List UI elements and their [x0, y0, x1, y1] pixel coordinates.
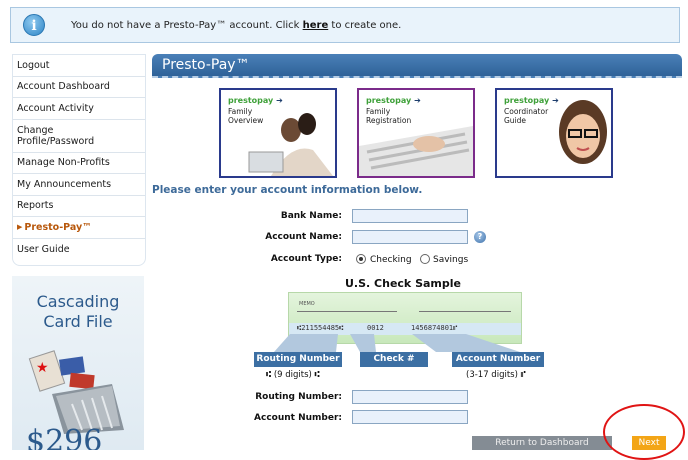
account-number-tag: Account Number: [452, 352, 544, 367]
banner-text-suffix: to create one.: [331, 20, 402, 31]
check-number-tag: Check #: [360, 352, 428, 367]
card-file-image: ★: [28, 350, 124, 434]
sidebar-item-logout[interactable]: Logout: [13, 55, 145, 77]
create-account-link[interactable]: here: [303, 20, 329, 31]
sidebar-nav: Logout Account Dashboard Account Activit…: [12, 54, 146, 266]
sidebar-item-presto-pay[interactable]: ▶ Presto-Pay™: [13, 217, 145, 239]
ad-title-line2: Card File: [43, 312, 113, 331]
sidebar-item-label: Reports: [17, 200, 54, 212]
sidebar-item-change-profile[interactable]: Change Profile/Password: [13, 120, 145, 153]
check-memo-label: MEMO: [299, 301, 315, 307]
sidebar-item-account-activity[interactable]: Account Activity: [13, 98, 145, 120]
micr-account-number: 1456874801⑈: [411, 324, 458, 332]
highlight-circle: [603, 404, 685, 460]
ad-price: $296: [26, 424, 103, 450]
routing-digits-hint: ⑆ (9 digits) ⑆: [266, 370, 320, 380]
sidebar-item-label: Change Profile/Password: [17, 124, 95, 147]
checking-radio[interactable]: [356, 254, 366, 264]
check-sample-title: U.S. Check Sample: [345, 277, 461, 290]
family-photo: [248, 113, 333, 176]
svg-text:★: ★: [36, 360, 49, 376]
routing-number-input[interactable]: [352, 390, 468, 404]
sidebar-item-label: Account Dashboard: [17, 81, 110, 93]
account-type-label: Account Type:: [270, 254, 342, 264]
routing-number-label: Routing Number:: [255, 392, 342, 402]
cascading-card-file-ad[interactable]: Cascading Card File ★ $296: [12, 276, 144, 450]
sidebar-item-label: Presto-Pay™: [24, 221, 92, 233]
routing-number-tag: Routing Number: [254, 352, 342, 367]
sidebar-item-label: Account Activity: [17, 102, 94, 114]
signature-line: [419, 311, 511, 312]
active-arrow-icon: ▶: [17, 222, 23, 231]
account-digits-text: (3-17 digits): [466, 370, 518, 380]
account-name-label: Account Name:: [265, 232, 342, 242]
account-digits-hint: (3-17 digits) ⑈: [466, 370, 526, 380]
sidebar-item-user-guide[interactable]: User Guide: [13, 239, 145, 261]
sidebar-item-reports[interactable]: Reports: [13, 196, 145, 217]
return-to-dashboard-button[interactable]: Return to Dashboard: [472, 436, 612, 450]
bank-name-input[interactable]: [352, 209, 468, 223]
sidebar-item-manage-nonprofits[interactable]: Manage Non-Profits: [13, 153, 145, 174]
account-number-label: Account Number:: [254, 413, 342, 423]
checking-label: Checking: [370, 255, 412, 265]
instructions-heading: Please enter your account information be…: [152, 184, 423, 196]
ad-title-line1: Cascading: [36, 292, 120, 311]
family-registration-thumbnail[interactable]: prestopay ➔ Family Registration: [357, 88, 475, 178]
micr-check-number: 0012: [367, 324, 384, 332]
routing-digits-text: (9 digits): [273, 370, 312, 380]
account-number-input[interactable]: [352, 410, 468, 424]
memo-line: [297, 311, 397, 312]
sidebar-item-my-announcements[interactable]: My Announcements: [13, 174, 145, 196]
family-overview-thumbnail[interactable]: prestopay ➔ Family Overview: [219, 88, 337, 178]
keyboard-photo: [359, 126, 473, 176]
sidebar-item-label: My Announcements: [17, 178, 112, 190]
page-title-bar: Presto-Pay™: [152, 54, 682, 78]
sidebar-item-account-dashboard[interactable]: Account Dashboard: [13, 77, 145, 98]
sidebar-item-label: User Guide: [17, 243, 70, 255]
banner-text: You do not have a Presto-Pay™ account. C…: [71, 20, 300, 31]
account-name-input[interactable]: [352, 230, 468, 244]
info-banner: i You do not have a Presto-Pay™ account.…: [10, 7, 680, 43]
micr-routing-number: ⑆211554485⑆: [297, 324, 344, 332]
sidebar-item-label: Logout: [17, 59, 50, 71]
help-icon[interactable]: ?: [474, 231, 486, 243]
page-title: Presto-Pay™: [162, 57, 250, 73]
coordinator-photo: [559, 100, 607, 164]
savings-label: Savings: [433, 255, 469, 265]
info-icon: i: [23, 14, 45, 36]
banner-message: You do not have a Presto-Pay™ account. C…: [71, 20, 401, 31]
coordinator-guide-thumbnail[interactable]: prestopay ➔ Coordinator Guide: [495, 88, 613, 178]
sidebar-item-label: Manage Non-Profits: [17, 157, 110, 169]
bank-name-label: Bank Name:: [280, 211, 342, 221]
savings-radio[interactable]: [420, 254, 430, 264]
